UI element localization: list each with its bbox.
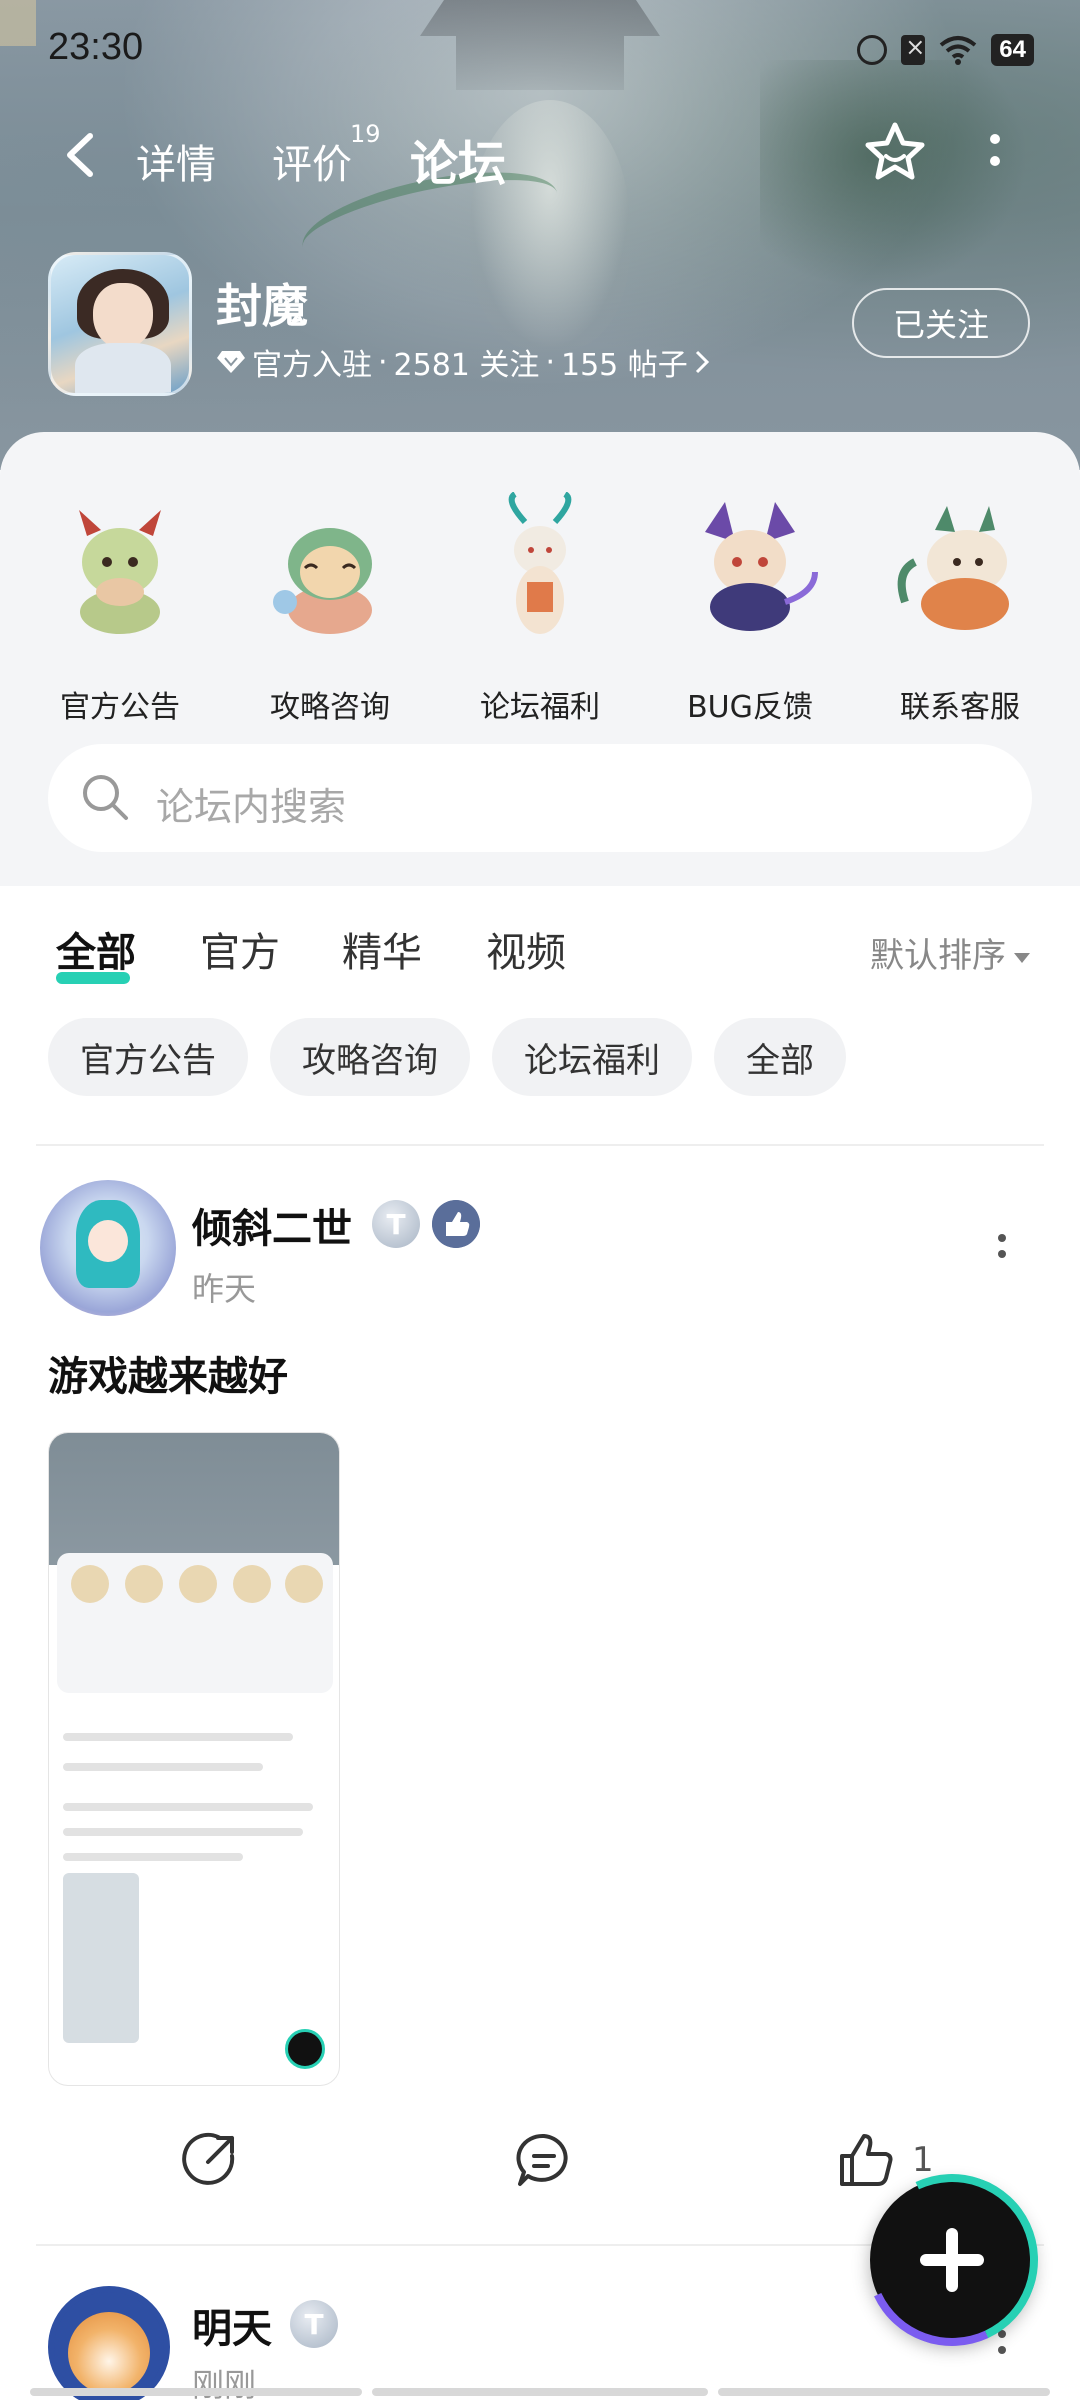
post-username[interactable]: 倾斜二世 bbox=[192, 1196, 352, 1254]
back-arrow-icon[interactable] bbox=[60, 130, 100, 180]
category-contact-service[interactable]: 联系客服 bbox=[860, 472, 1060, 732]
qilin-icon bbox=[897, 506, 1009, 630]
favorite-star-icon[interactable] bbox=[862, 120, 928, 186]
forum-panel: 官方公告 攻略咨询 论坛福利 BUG反馈 联系客服 论坛内搜索 bbox=[0, 432, 1080, 886]
game-name: 封魔 bbox=[216, 279, 308, 333]
filter-tab-label: 全部 bbox=[56, 930, 136, 976]
follow-button[interactable]: 已关注 bbox=[852, 288, 1030, 358]
filter-tab-featured[interactable]: 精华 bbox=[342, 920, 422, 978]
avatar[interactable] bbox=[40, 1180, 176, 1316]
post-image[interactable] bbox=[48, 1432, 340, 2086]
create-post-button[interactable] bbox=[841, 2149, 1063, 2371]
post-title[interactable]: 游戏越来越好 bbox=[48, 1344, 288, 1402]
chevron-right-icon bbox=[695, 350, 709, 374]
filter-tabs: 全部 官方 精华 视频 默认排序 bbox=[0, 900, 1080, 990]
divider bbox=[36, 1144, 1044, 1146]
category-forum-welfare[interactable]: 论坛福利 bbox=[440, 472, 640, 732]
category-label: 官方公告 bbox=[60, 690, 180, 725]
chip-forum-welfare[interactable]: 论坛福利 bbox=[492, 1018, 692, 1096]
purple-beast-icon bbox=[705, 502, 818, 631]
category-label: BUG反馈 bbox=[687, 690, 813, 725]
posts-count: 155 帖子 bbox=[560, 348, 688, 383]
share-icon[interactable] bbox=[180, 2130, 240, 2190]
no-sim-icon bbox=[901, 33, 925, 65]
category-official-announcement[interactable]: 官方公告 bbox=[20, 472, 220, 732]
post-more-icon[interactable] bbox=[992, 1230, 1012, 1270]
meta-separator: · bbox=[378, 344, 388, 380]
category-row: 官方公告 攻略咨询 论坛福利 BUG反馈 联系客服 bbox=[0, 472, 1080, 732]
tab-detail[interactable]: 详情 bbox=[136, 132, 216, 190]
chip-official-announcement[interactable]: 官方公告 bbox=[48, 1018, 248, 1096]
sort-label: 默认排序 bbox=[870, 936, 1006, 976]
white-dragon-icon bbox=[508, 491, 572, 634]
post-username[interactable]: 明天 bbox=[192, 2296, 272, 2354]
tab-forum-label: 论坛 bbox=[410, 136, 507, 192]
status-time: 23:30 bbox=[48, 26, 144, 68]
alarm-icon bbox=[857, 35, 888, 65]
tab-review[interactable]: 评价 19 bbox=[272, 120, 381, 190]
home-indicator bbox=[30, 2388, 362, 2396]
meta-separator: · bbox=[545, 344, 555, 380]
category-label: 攻略咨询 bbox=[270, 690, 390, 725]
top-nav: 详情 评价 19 论坛 bbox=[0, 110, 1080, 200]
home-indicator bbox=[372, 2388, 708, 2396]
filter-tab-all[interactable]: 全部 bbox=[56, 920, 136, 984]
review-count: 19 bbox=[350, 120, 381, 148]
tab-review-label: 评价 bbox=[272, 142, 352, 188]
comment-icon[interactable] bbox=[514, 2130, 574, 2190]
wifi-icon bbox=[940, 36, 977, 65]
home-indicator bbox=[718, 2388, 1050, 2396]
filter-tab-official[interactable]: 官方 bbox=[200, 920, 280, 978]
sort-dropdown[interactable]: 默认排序 bbox=[870, 928, 1030, 977]
game-meta[interactable]: 官方入驻 · 2581 关注 · 155 帖子 bbox=[216, 340, 710, 384]
category-chips: 官方公告 攻略咨询 论坛福利 全部 bbox=[48, 1018, 846, 1096]
more-options-icon[interactable] bbox=[980, 130, 1010, 180]
thumbs-up-badge-icon bbox=[432, 1200, 480, 1248]
followers-count: 2581 关注 bbox=[393, 348, 540, 383]
chip-all[interactable]: 全部 bbox=[714, 1018, 846, 1096]
search-bar[interactable]: 论坛内搜索 bbox=[48, 744, 1032, 852]
dropdown-triangle-icon bbox=[1014, 952, 1030, 963]
battery-indicator: 64 bbox=[991, 34, 1034, 66]
like-count: 1 bbox=[912, 2140, 934, 2180]
green-lion-icon bbox=[273, 528, 372, 634]
filter-tab-video[interactable]: 视频 bbox=[486, 920, 566, 978]
category-strategy-consult[interactable]: 攻略咨询 bbox=[230, 472, 430, 732]
category-label: 论坛福利 bbox=[480, 690, 600, 725]
game-icon bbox=[48, 252, 192, 396]
post-time: 昨天 bbox=[192, 1270, 257, 1308]
status-bar: 23:30 64 bbox=[0, 0, 1080, 100]
green-dragon-icon bbox=[79, 510, 161, 634]
level-badge-icon: T bbox=[290, 2300, 338, 2348]
search-placeholder: 论坛内搜索 bbox=[156, 785, 347, 829]
level-badge-icon: T bbox=[372, 1200, 420, 1248]
chip-strategy-consult[interactable]: 攻略咨询 bbox=[270, 1018, 470, 1096]
tab-forum[interactable]: 论坛 bbox=[408, 124, 508, 196]
status-icons: 64 bbox=[857, 33, 1034, 66]
official-label: 官方入驻 bbox=[252, 348, 372, 383]
avatar[interactable] bbox=[48, 2286, 170, 2400]
category-bug-feedback[interactable]: BUG反馈 bbox=[650, 472, 850, 732]
diamond-icon bbox=[217, 351, 245, 373]
like-icon[interactable] bbox=[836, 2130, 896, 2190]
category-label: 联系客服 bbox=[900, 690, 1020, 725]
search-icon bbox=[83, 775, 128, 820]
